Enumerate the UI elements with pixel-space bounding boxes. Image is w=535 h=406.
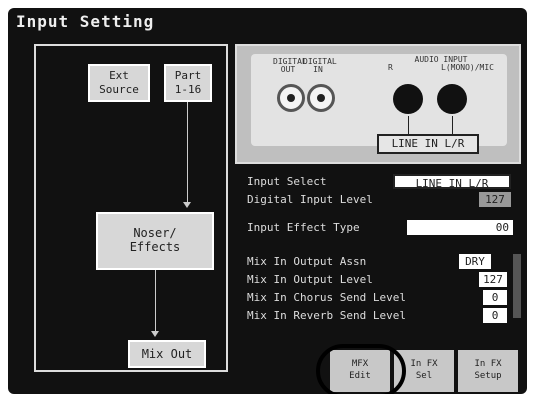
- arrow-up-icon: [408, 116, 409, 134]
- connector-line: [187, 102, 188, 204]
- input-select-label: Input Select: [247, 175, 327, 188]
- input-select-value[interactable]: LINE IN L/R: [393, 174, 511, 190]
- part-block[interactable]: Part 1-16: [164, 64, 212, 102]
- arrow-up-icon: [452, 116, 453, 134]
- function-tabs: MFX Edit In FX Sel In FX Setup: [306, 344, 527, 394]
- mix-in-reverb-send-value[interactable]: 0: [483, 308, 507, 323]
- arrow-down-icon: [151, 331, 159, 337]
- digital-input-level-label: Digital Input Level: [247, 193, 373, 206]
- parameter-list: Input Select LINE IN L/R Digital Input L…: [235, 168, 521, 334]
- window-title: Input Setting: [16, 12, 155, 31]
- mix-in-output-level-label: Mix In Output Level: [247, 273, 373, 286]
- input-effect-type-value[interactable]: 00: [407, 220, 513, 235]
- mix-in-output-level-value[interactable]: 127: [479, 272, 507, 287]
- audio-input-r-jack-icon: [393, 84, 423, 114]
- digital-out-label: DIGITAL OUT: [273, 57, 307, 74]
- effects-block[interactable]: Noser/ Effects: [96, 212, 214, 270]
- mix-in-reverb-send-label: Mix In Reverb Send Level: [247, 309, 406, 322]
- input-effect-type-label: Input Effect Type: [247, 221, 360, 234]
- audio-input-label: AUDIO INPUT R L(MONO)/MIC: [388, 55, 494, 72]
- input-setting-screen: Input Setting Ext Source Part 1-16 Noser…: [8, 8, 527, 394]
- mix-in-chorus-send-value[interactable]: 0: [483, 290, 507, 305]
- arrow-down-icon: [183, 202, 191, 208]
- audio-input-l-jack-icon: [437, 84, 467, 114]
- mix-in-chorus-send-label: Mix In Chorus Send Level: [247, 291, 406, 304]
- mix-in-output-assign-value[interactable]: DRY: [459, 254, 491, 269]
- line-in-label: LINE IN L/R: [377, 134, 479, 154]
- highlight-circle: [316, 344, 406, 394]
- mix-out-block[interactable]: Mix Out: [128, 340, 206, 368]
- digital-in-jack-icon: [307, 84, 335, 112]
- digital-out-jack-icon: [277, 84, 305, 112]
- rear-panel-illustration: DIGITAL OUT DIGITAL IN AUDIO INPUT R L(M…: [251, 54, 507, 146]
- scrollbar[interactable]: [513, 254, 521, 318]
- tab-in-fx-setup[interactable]: In FX Setup: [458, 350, 518, 392]
- ext-source-block[interactable]: Ext Source: [88, 64, 150, 102]
- connector-line: [155, 270, 156, 332]
- jack-panel: DIGITAL OUT DIGITAL IN AUDIO INPUT R L(M…: [235, 44, 521, 164]
- mix-in-output-assign-label: Mix In Output Assn: [247, 255, 367, 268]
- digital-input-level-value[interactable]: 127: [479, 192, 511, 207]
- routing-panel: Ext Source Part 1-16 Noser/ Effects Mix …: [34, 44, 228, 372]
- digital-in-label: DIGITAL IN: [303, 57, 337, 74]
